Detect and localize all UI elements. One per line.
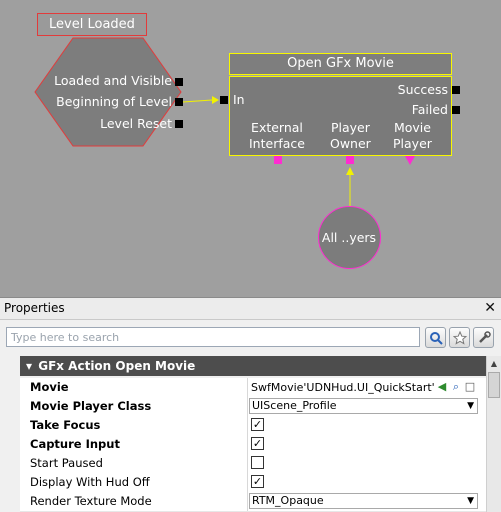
property-row-display-with-hud-off[interactable]: Display With Hud Off ✓: [20, 473, 486, 493]
property-name: Start Paused: [30, 456, 103, 470]
property-row-take-focus[interactable]: Take Focus ✓: [20, 416, 486, 436]
pin-external-interface[interactable]: [274, 156, 282, 164]
property-row-start-paused[interactable]: Start Paused: [20, 454, 486, 474]
property-row-movie[interactable]: Movie SwfMovie'UDNHud.UI_QuickStart' ◀ ⌕…: [20, 378, 486, 398]
property-row-render-texture-mode[interactable]: Render Texture Mode RTM_Opaque ▼: [20, 492, 486, 512]
start-paused-checkbox[interactable]: [251, 456, 264, 469]
collapse-arrow-icon[interactable]: ▾: [26, 359, 32, 373]
clear-icon[interactable]: □: [463, 379, 477, 394]
column-divider: [247, 397, 248, 416]
output-failed: Failed: [411, 102, 448, 117]
column-divider: [247, 435, 248, 454]
var-link-player-owner: Player Owner: [330, 120, 371, 151]
pin-player-owner[interactable]: [346, 156, 354, 164]
pin-in[interactable]: [220, 96, 228, 104]
select-value: UIScene_Profile: [252, 399, 337, 412]
pin-movie-player[interactable]: [405, 156, 415, 165]
property-grid: ▾ GFx Action Open Movie Movie SwfMovie'U…: [0, 356, 486, 512]
column-divider: [247, 492, 248, 511]
properties-title: Properties: [4, 301, 65, 315]
search-input[interactable]: Type here to search: [6, 327, 420, 347]
scroll-up-icon[interactable]: ▲: [488, 358, 500, 370]
var-link-external-interface: External Interface: [249, 120, 305, 151]
action-title[interactable]: Open GFx Movie: [229, 53, 452, 75]
movie-value[interactable]: SwfMovie'UDNHud.UI_QuickStart': [251, 378, 435, 397]
var-link-movie-player: Movie Player: [393, 120, 432, 151]
input-in: In: [233, 92, 245, 107]
property-name: Display With Hud Off: [30, 475, 150, 489]
variable-label: All ..yers: [321, 230, 377, 245]
column-divider: [247, 454, 248, 473]
property-name: Movie: [30, 380, 69, 394]
movie-player-class-select[interactable]: UIScene_Profile ▼: [249, 398, 478, 414]
property-row-capture-input[interactable]: Capture Input ✓: [20, 435, 486, 455]
wrench-icon[interactable]: [473, 327, 494, 348]
properties-title-bar: Properties ✕: [0, 298, 501, 320]
pin-success[interactable]: [452, 86, 460, 94]
column-divider: [247, 473, 248, 492]
properties-panel: Properties ✕ Type here to search ▾ GFx A…: [0, 297, 501, 512]
scrollbar-thumb[interactable]: [488, 372, 500, 398]
select-value: RTM_Opaque: [252, 494, 324, 507]
capture-input-checkbox[interactable]: ✓: [251, 437, 264, 450]
category-label: GFx Action Open Movie: [38, 359, 196, 373]
close-icon[interactable]: ✕: [484, 298, 496, 319]
vertical-scrollbar[interactable]: ▲: [486, 356, 501, 512]
column-divider: [247, 378, 248, 397]
use-selected-icon[interactable]: ◀: [435, 379, 449, 394]
property-name: Movie Player Class: [30, 399, 152, 413]
property-name: Take Focus: [30, 418, 101, 432]
search-icon[interactable]: [425, 327, 446, 348]
property-name: Render Texture Mode: [30, 494, 152, 508]
display-with-hud-off-checkbox[interactable]: ✓: [251, 475, 264, 488]
pin-failed[interactable]: [452, 106, 460, 114]
star-icon[interactable]: [449, 327, 470, 348]
render-texture-mode-select[interactable]: RTM_Opaque ▼: [249, 493, 478, 509]
output-success: Success: [397, 82, 448, 97]
category-header[interactable]: ▾ GFx Action Open Movie: [20, 356, 486, 376]
kismet-canvas[interactable]: Level Loaded Loaded and Visible Beginnin…: [0, 0, 501, 297]
chevron-down-icon[interactable]: ▼: [467, 399, 474, 413]
chevron-down-icon[interactable]: ▼: [467, 494, 474, 508]
take-focus-checkbox[interactable]: ✓: [251, 418, 264, 431]
property-name: Capture Input: [30, 437, 120, 451]
column-divider: [247, 416, 248, 435]
property-row-movie-player-class[interactable]: Movie Player Class UIScene_Profile ▼: [20, 397, 486, 417]
browse-icon[interactable]: ⌕: [449, 379, 463, 394]
